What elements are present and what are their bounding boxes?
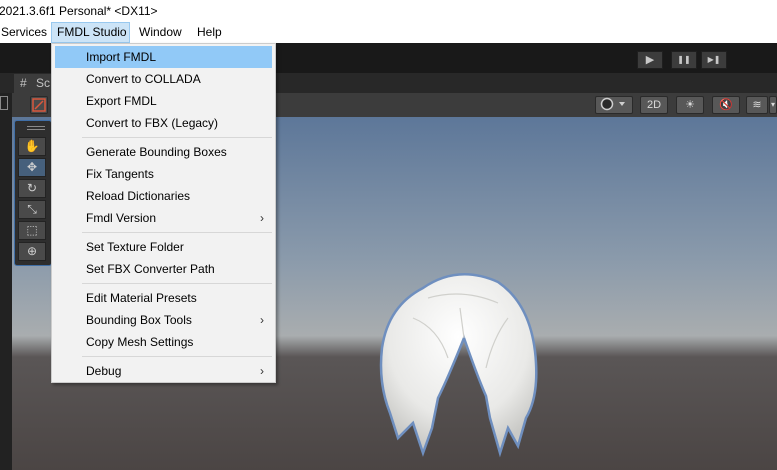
menu-item-copy-mesh-settings[interactable]: Copy Mesh Settings xyxy=(55,331,272,353)
menu-item-label: Reload Dictionaries xyxy=(86,189,191,203)
menu-item-label: Fmdl Version xyxy=(86,211,157,225)
menu-item-label: Set Texture Folder xyxy=(86,240,184,254)
menu-item-fix-tangents[interactable]: Fix Tangents xyxy=(55,163,272,185)
menu-separator xyxy=(82,283,272,284)
chevron-down-icon[interactable]: ▾ xyxy=(769,96,777,114)
step-button[interactable]: ▶❚ xyxy=(701,51,727,69)
menu-item-label: Fix Tangents xyxy=(86,167,154,181)
panel-edge-icon xyxy=(0,96,8,110)
menu-item-edit-material-presets[interactable]: Edit Material Presets xyxy=(55,287,272,309)
menu-item-fmdl-version[interactable]: Fmdl Version › xyxy=(55,207,272,229)
menu-item-export-fmdl[interactable]: Export FMDL xyxy=(55,90,272,112)
fmdl-studio-menu: Import FMDL Convert to COLLADA Export FM… xyxy=(51,43,276,383)
scene-tab-label: Sc xyxy=(36,76,51,90)
pause-button[interactable]: ❚❚ xyxy=(671,51,697,69)
rotate-tool-icon[interactable]: ↻ xyxy=(18,179,46,198)
menu-item-debug[interactable]: Debug › xyxy=(55,360,272,382)
shading-mode-dropdown[interactable] xyxy=(595,96,633,114)
menu-item-label: Copy Mesh Settings xyxy=(86,335,194,349)
menu-item-label: Import FMDL xyxy=(86,50,157,64)
menu-item-reload-dictionaries[interactable]: Reload Dictionaries xyxy=(55,185,272,207)
menu-item-label: Generate Bounding Boxes xyxy=(86,145,227,159)
window-title-bar: 2021.3.6f1 Personal* <DX11> xyxy=(0,0,777,22)
menu-item-label: Convert to COLLADA xyxy=(86,72,201,86)
palette-drag-handle[interactable] xyxy=(27,126,45,130)
rect-tool-icon[interactable]: ⬚ xyxy=(18,221,46,240)
transform-tool-icon[interactable]: ⊕ xyxy=(18,242,46,261)
mode-2d-button[interactable]: 2D xyxy=(640,96,668,114)
menu-item-generate-bounding-boxes[interactable]: Generate Bounding Boxes xyxy=(55,141,272,163)
menu-item-label: Edit Material Presets xyxy=(86,291,197,305)
menu-fmdl-studio[interactable]: FMDL Studio xyxy=(51,22,130,43)
left-panel xyxy=(0,93,12,470)
lighting-icon[interactable]: ☀ xyxy=(676,96,704,114)
menu-separator xyxy=(82,232,272,233)
menu-item-bounding-box-tools[interactable]: Bounding Box Tools › xyxy=(55,309,272,331)
audio-mute-icon[interactable]: 🔇 xyxy=(712,96,740,114)
submenu-arrow-icon: › xyxy=(260,211,264,225)
menu-item-convert-to-collada[interactable]: Convert to COLLADA xyxy=(55,68,272,90)
hair-model[interactable] xyxy=(368,268,548,468)
submenu-arrow-icon: › xyxy=(260,364,264,378)
menu-item-label: Convert to FBX (Legacy) xyxy=(86,116,219,130)
menu-item-label: Export FMDL xyxy=(86,94,157,108)
move-tool-icon[interactable]: ✥ xyxy=(18,158,46,177)
grid-icon: # xyxy=(20,76,27,90)
menu-item-convert-to-fbx-legacy[interactable]: Convert to FBX (Legacy) xyxy=(55,112,272,134)
menu-item-set-texture-folder[interactable]: Set Texture Folder xyxy=(55,236,272,258)
menu-item-label: Set FBX Converter Path xyxy=(86,262,215,276)
submenu-arrow-icon: › xyxy=(260,313,264,327)
menu-help[interactable]: Help xyxy=(197,22,222,43)
menu-window[interactable]: Window xyxy=(139,22,182,43)
menu-item-set-fbx-converter-path[interactable]: Set FBX Converter Path xyxy=(55,258,272,280)
menu-item-label: Bounding Box Tools xyxy=(86,313,192,327)
scale-tool-icon[interactable]: ⤡ xyxy=(18,200,46,219)
menu-services[interactable]: Services xyxy=(1,22,47,43)
effects-icon[interactable]: ≋ xyxy=(746,96,768,114)
gizmo-icon[interactable] xyxy=(30,96,48,114)
menu-separator xyxy=(82,137,272,138)
hand-tool-icon[interactable]: ✋ xyxy=(18,137,46,156)
menu-bar: Services FMDL Studio Window Help xyxy=(0,22,777,43)
play-button[interactable]: ▶ xyxy=(637,51,663,69)
window-title: 2021.3.6f1 Personal* <DX11> xyxy=(0,4,158,18)
menu-item-import-fmdl[interactable]: Import FMDL xyxy=(55,46,272,68)
menu-separator xyxy=(82,356,272,357)
menu-item-label: Debug xyxy=(86,364,122,378)
